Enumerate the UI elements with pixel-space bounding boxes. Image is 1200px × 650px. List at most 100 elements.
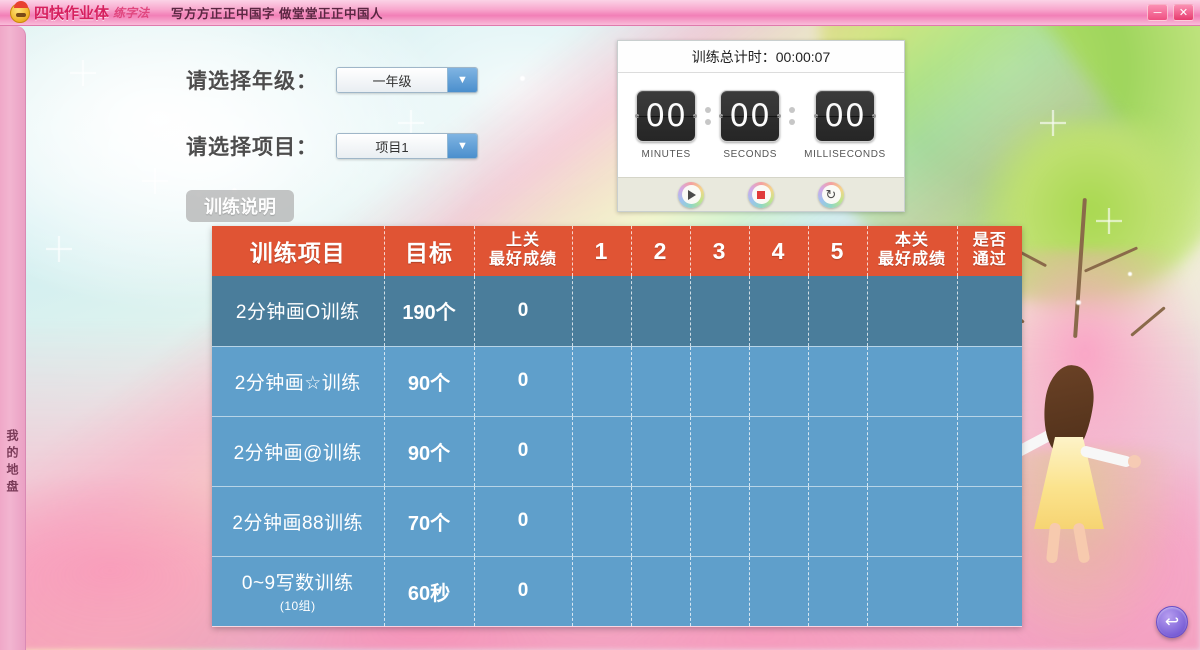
cell-attempt-1: [572, 276, 632, 347]
cell-attempt-2: [631, 346, 691, 417]
cell-attempt-3: [690, 276, 750, 347]
minutes-value: 00: [645, 98, 687, 134]
cell-training-item: 2分钟画88训练: [212, 486, 385, 557]
cell-attempt-5: [808, 276, 868, 347]
cell-current-best: [867, 346, 958, 417]
cell-attempt-3: [690, 346, 750, 417]
cell-training-item: 2分钟画O训练: [212, 276, 385, 347]
table-header-row: 训练项目 目标 上关 最好成绩 1 2 3 4 5 本关 最好成绩 是否 通过: [212, 226, 1022, 276]
play-icon: [681, 185, 701, 204]
cell-attempt-2: [631, 276, 691, 347]
cell-attempt-3: [690, 556, 750, 627]
reload-icon: ↻: [821, 185, 841, 204]
mascot-icon: [10, 0, 30, 23]
header-attempt-2: 2: [631, 226, 691, 276]
chevron-down-icon: ▼: [447, 134, 477, 158]
project-label: 请选择项目：: [186, 136, 318, 159]
header-item: 训练项目: [212, 226, 385, 276]
milliseconds-unit: 00 MILLISECONDS: [804, 90, 886, 160]
minutes-label: MINUTES: [641, 149, 691, 160]
cell-attempt-1: [572, 486, 632, 557]
cell-passed: [957, 346, 1022, 417]
project-select-value: 项目1: [337, 134, 447, 158]
cell-attempt-1: [572, 346, 632, 417]
sparkle-icon: [142, 168, 168, 194]
minutes-flip-card: 00: [635, 90, 698, 142]
cell-attempt-5: [808, 556, 868, 627]
header-attempt-3: 3: [690, 226, 750, 276]
cell-goal: 90个: [384, 416, 475, 487]
cell-current-best: [867, 486, 958, 557]
cell-goal: 70个: [384, 486, 475, 557]
cell-attempt-3: [690, 416, 750, 487]
grade-label: 请选择年级：: [186, 70, 318, 93]
training-results-table: 训练项目 目标 上关 最好成绩 1 2 3 4 5 本关 最好成绩 是否 通过 2分钟…: [212, 226, 1022, 627]
cell-training-item: 0~9写数训练 (10组): [212, 556, 385, 627]
app-logo: 四快作业体 练字法: [10, 0, 150, 23]
title-bar: 四快作业体 练字法 写方方正正中国字 做堂堂正正中国人 ─ ✕: [0, 0, 1200, 26]
cell-attempt-5: [808, 416, 868, 487]
header-previous-best: 上关 最好成绩: [474, 226, 573, 276]
cell-training-item: 2分钟画☆训练: [212, 346, 385, 417]
cell-current-best: [867, 416, 958, 487]
sidebar-label-my-territory: 我的地盘: [5, 429, 19, 497]
cell-attempt-2: [631, 486, 691, 557]
table-row[interactable]: 2分钟画@训练 90个 0: [212, 416, 1022, 487]
milliseconds-label: MILLISECONDS: [804, 149, 886, 160]
logo-title: 四快作业体: [34, 5, 110, 22]
separator-dots-icon: [789, 107, 796, 125]
sparkle-icon: [70, 60, 96, 86]
timer-total-title: 训练总计时：00:00:07: [618, 41, 904, 73]
header-attempt-5: 5: [808, 226, 868, 276]
left-sidebar[interactable]: 我的地盘: [0, 26, 26, 650]
cell-passed: [957, 556, 1022, 627]
timer-display: 00 MINUTES 00 SECONDS 00 MILLISECONDS: [618, 73, 904, 177]
table-row[interactable]: 2分钟画☆训练 90个 0: [212, 346, 1022, 417]
header-passed: 是否 通过: [957, 226, 1022, 276]
back-button[interactable]: ↩: [1156, 606, 1188, 638]
cell-attempt-1: [572, 416, 632, 487]
cell-passed: [957, 276, 1022, 347]
reset-button[interactable]: ↻: [818, 181, 844, 208]
grade-select-value: 一年级: [337, 68, 447, 92]
timer-controls: ↻: [618, 177, 904, 211]
seconds-flip-card: 00: [719, 90, 782, 142]
cell-previous-best: 0: [474, 416, 573, 487]
cell-attempt-4: [749, 276, 809, 347]
cell-attempt-5: [808, 486, 868, 557]
table-row[interactable]: 2分钟画O训练 190个 0: [212, 276, 1022, 347]
cell-goal: 90个: [384, 346, 475, 417]
milliseconds-value: 00: [824, 98, 866, 134]
cell-training-item: 2分钟画@训练: [212, 416, 385, 487]
window-controls: ─ ✕: [1147, 4, 1194, 21]
seconds-unit: 00 SECONDS: [719, 90, 782, 160]
cell-previous-best: 0: [474, 556, 573, 627]
cell-attempt-4: [749, 486, 809, 557]
minimize-button[interactable]: ─: [1147, 4, 1168, 21]
cell-attempt-1: [572, 556, 632, 627]
cell-attempt-2: [631, 416, 691, 487]
training-instructions-button[interactable]: 训练说明: [186, 190, 294, 222]
project-row: 请选择项目： 项目1 ▼: [186, 124, 478, 168]
separator-dots-icon: [705, 107, 712, 125]
table-row[interactable]: 0~9写数训练 (10组) 60秒 0: [212, 556, 1022, 627]
grade-select[interactable]: 一年级 ▼: [336, 67, 478, 93]
header-current-best: 本关 最好成绩: [867, 226, 958, 276]
stop-icon: [751, 185, 771, 204]
cell-goal: 190个: [384, 276, 475, 347]
cell-training-item-sub: (10组): [279, 599, 316, 613]
logo-subtitle: 练字法: [113, 6, 150, 20]
chevron-down-icon: ▼: [447, 68, 477, 92]
cell-previous-best: 0: [474, 486, 573, 557]
project-select[interactable]: 项目1 ▼: [336, 133, 478, 159]
cell-attempt-2: [631, 556, 691, 627]
sparkle-icon: [1096, 208, 1122, 234]
stop-button[interactable]: [748, 181, 774, 208]
table-row[interactable]: 2分钟画88训练 70个 0: [212, 486, 1022, 557]
cell-attempt-3: [690, 486, 750, 557]
close-button[interactable]: ✕: [1173, 4, 1194, 21]
background-girl-figure: [1004, 355, 1141, 565]
start-button[interactable]: [678, 181, 704, 208]
sparkle-icon: [46, 236, 72, 262]
header-attempt-4: 4: [749, 226, 809, 276]
